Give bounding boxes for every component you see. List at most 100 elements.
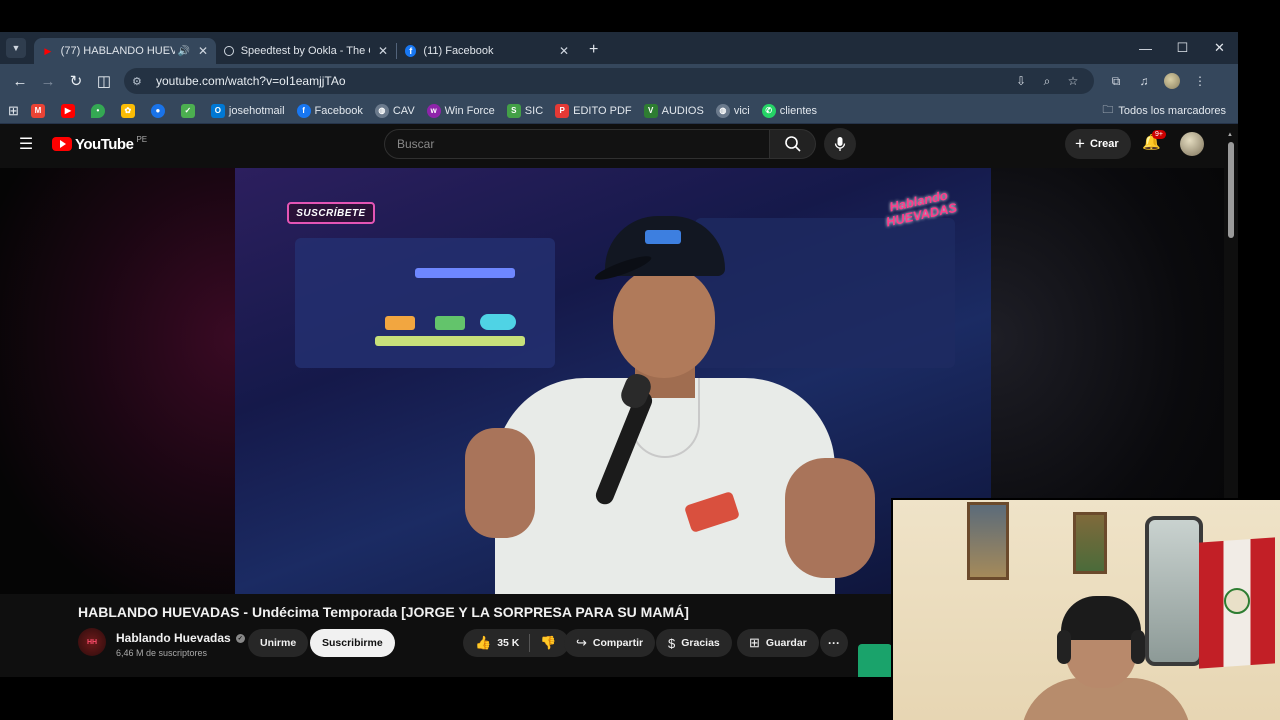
maximize-icon[interactable]: ☐ [1164, 32, 1201, 64]
join-button[interactable]: Unirme [248, 629, 309, 657]
bookmark-label: Win Force [444, 104, 495, 117]
browser-toolbar: ← → ↻ ◫ ⚙ youtube.com/watch?v=oI1eamjjTA… [0, 64, 1238, 98]
install-app-icon[interactable]: ⇩ [1008, 74, 1034, 88]
media-control-icon[interactable]: ♫ [1130, 74, 1158, 88]
bookmark-maps[interactable]: • [90, 103, 109, 118]
bookmark-clientes[interactable]: ✆ clientes [761, 103, 817, 118]
tab-strip: ▼ ▶ (77) HABLANDO HUEVADAS - 🔊 ✕ Speedte… [0, 32, 1238, 64]
close-tab-icon[interactable]: ✕ [198, 44, 208, 58]
check-icon: ✓ [180, 103, 195, 118]
apps-icon[interactable]: ⊞ [8, 103, 19, 119]
youtube-wordmark: YouTube [75, 135, 134, 153]
speaker-icon[interactable]: 🔊 [177, 46, 189, 57]
thumbs-up-icon[interactable]: 👍 [475, 635, 491, 651]
account-avatar[interactable] [1180, 132, 1204, 156]
share-label: Compartir [592, 637, 644, 649]
channel-avatar[interactable]: HH [78, 628, 106, 656]
folder-icon: 🗀 [1102, 104, 1114, 116]
reload-icon[interactable]: ↻ [62, 67, 90, 95]
extensions-icon[interactable]: ⧉ [1102, 74, 1130, 89]
ambient-glow-left [0, 168, 235, 594]
menu-icon[interactable]: ⋮ [1186, 74, 1214, 88]
bookmark-label: SIC [524, 104, 544, 117]
tab-title: Speedtest by Ookla - The Global [240, 45, 370, 57]
bookmark-youtube[interactable]: ▶ [60, 103, 79, 118]
thumbs-down-icon[interactable]: 👎 [540, 635, 556, 651]
bookmark-josehotmail[interactable]: Ojosehotmail [210, 103, 285, 118]
bookmark-label: clientes [779, 104, 817, 117]
site-info-icon[interactable]: ⚙ [132, 75, 148, 88]
arm-shape [465, 428, 535, 538]
zoom-icon[interactable]: ⌕ [1034, 74, 1060, 89]
bookmark-edito-pdf[interactable]: P EDITO PDF [555, 103, 632, 118]
share-button[interactable]: ↪ Compartir [564, 629, 656, 657]
bookmark-label: AUDIOS [661, 104, 704, 117]
channel-name[interactable]: Hablando Huevadas ✓ [116, 631, 245, 645]
save-button[interactable]: ⊞ Guardar [737, 629, 819, 657]
forward-icon[interactable]: → [34, 67, 62, 95]
hamburger-menu-icon[interactable]: ☰ [6, 134, 46, 154]
bookmark-audios[interactable]: V AUDIOS [643, 103, 704, 118]
photos-icon: ✿ [120, 103, 135, 118]
bookmark-app[interactable]: ● [150, 103, 169, 118]
sic-icon: S [506, 103, 521, 118]
divider [529, 634, 531, 652]
search-input[interactable]: Buscar [384, 129, 770, 159]
v-icon: V [643, 103, 658, 118]
bookmark-gmail[interactable]: M [30, 103, 49, 118]
more-actions-icon[interactable]: ··· [820, 629, 848, 657]
tab-youtube[interactable]: ▶ (77) HABLANDO HUEVADAS - 🔊 ✕ [34, 38, 216, 64]
chevron-down-icon: ▼ [11, 43, 21, 53]
tab-speedtest[interactable]: Speedtest by Ookla - The Global ✕ [216, 38, 396, 64]
bookmark-cav[interactable]: ◍ CAV [374, 103, 415, 118]
tab-facebook[interactable]: f (11) Facebook ✕ [397, 38, 577, 64]
address-bar[interactable]: ⚙ youtube.com/watch?v=oI1eamjjTAo ⇩ ⌕ ☆ [124, 68, 1094, 94]
bookmark-check[interactable]: ✓ [180, 103, 199, 118]
new-tab-button[interactable]: + [589, 41, 598, 59]
bookmark-star-icon[interactable]: ☆ [1060, 74, 1086, 88]
scrollbar-thumb[interactable] [1228, 142, 1234, 238]
bookmark-photos[interactable]: ✿ [120, 103, 139, 118]
flag-emblem [1224, 588, 1250, 614]
youtube-logo[interactable]: YouTube PE [52, 135, 147, 153]
youtube-icon: ▶ [44, 45, 52, 56]
voice-search-button[interactable] [824, 128, 856, 160]
close-tab-icon[interactable]: ✕ [378, 44, 388, 58]
scroll-up-icon[interactable]: ▲ [1227, 132, 1233, 138]
tab-title: (77) HABLANDO HUEVADAS - [60, 45, 176, 57]
youtube-icon: ▶ [60, 103, 75, 118]
speedtest-icon [224, 46, 234, 56]
like-count[interactable]: 35 K [497, 637, 519, 649]
arm-shape [785, 458, 875, 578]
share-icon: ↪ [576, 635, 587, 650]
bookmark-facebook[interactable]: f Facebook [296, 103, 363, 118]
winforce-icon: w [426, 103, 441, 118]
all-bookmarks[interactable]: 🗀 Todos los marcadores [1102, 101, 1226, 120]
headset-icon [1057, 630, 1071, 664]
facebook-icon: f [296, 103, 311, 118]
toolbar-right: ⧉ ♫ ⋮ [1102, 73, 1214, 89]
webcam-overlay [891, 498, 1280, 720]
bookmark-sic[interactable]: S SIC [506, 103, 544, 118]
bookmark-vici[interactable]: ◍ vici [715, 103, 750, 118]
bookmark-win-force[interactable]: w Win Force [426, 103, 495, 118]
search-button[interactable] [770, 129, 816, 159]
host-figure [465, 198, 875, 594]
profile-avatar[interactable] [1164, 73, 1180, 89]
subscribe-button[interactable]: Suscribirme [310, 629, 395, 657]
video-frame[interactable]: SUSCRÍBETE Hablando HUEVADAS [235, 168, 991, 594]
pdf-icon: P [555, 103, 570, 118]
create-button[interactable]: + Crear [1065, 129, 1131, 159]
url-text: youtube.com/watch?v=oI1eamjjTAo [156, 74, 346, 88]
thanks-button[interactable]: $ Gracias [656, 629, 732, 657]
side-thumbnail-edge[interactable] [858, 644, 892, 677]
youtube-header: ☰ YouTube PE Buscar + Crear 🔔 9+ [0, 124, 1238, 164]
tab-title: (11) Facebook [423, 45, 494, 57]
split-view-icon[interactable]: ◫ [90, 67, 118, 95]
close-tab-icon[interactable]: ✕ [559, 44, 569, 58]
face-shape [613, 268, 715, 378]
minimize-icon[interactable]: — [1127, 32, 1164, 64]
tab-search-button[interactable]: ▼ [6, 38, 26, 58]
close-window-icon[interactable]: ✕ [1201, 32, 1238, 64]
back-icon[interactable]: ← [6, 67, 34, 95]
